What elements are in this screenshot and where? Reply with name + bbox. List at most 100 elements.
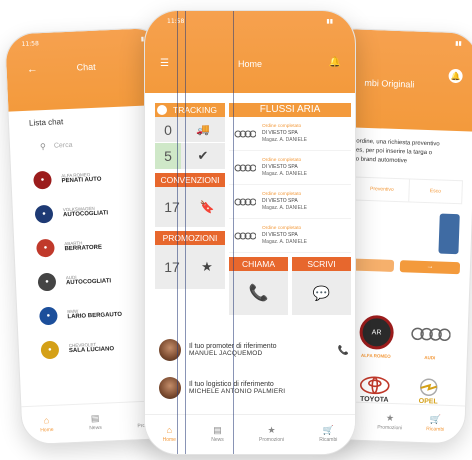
brand-name: AUDI [424,355,436,361]
tab-label: Home [162,437,176,443]
order-warehouse: Magaz. A. DANIELE [262,204,308,211]
logistic-contact[interactable]: Il tuo logistico di riferimento MICHELE … [159,377,349,399]
header-title: mbi Originali [364,77,415,90]
tracking-tile[interactable]: TRACKING 0 🚚 5 ✔ [155,103,225,169]
scrivi-tile[interactable]: SCRIVI 💬 [292,257,351,315]
contact-role: Il tuo promoter di riferimento [189,343,277,350]
go-button[interactable]: → [399,260,461,275]
tile-title: PROMOZIONI [155,231,225,245]
tab-label: Promozioni [259,437,285,443]
guide-line [185,11,186,454]
audi-logo-icon [234,232,256,239]
tab-label: News [89,424,102,432]
brand-logo-icon: ● [37,272,57,292]
cart-icon: 🛒 [322,425,334,435]
document-icon: ▤ [90,412,100,424]
brand-audi[interactable]: AUDI [403,316,458,361]
tile-title: FLUSSI ARIA [229,103,351,117]
truck-icon: 🚚 [196,124,210,136]
search-placeholder: Cerca [53,141,73,150]
tab-news[interactable]: ▤ News [211,425,224,444]
phone-icon[interactable]: 📞 [338,345,349,356]
battery-icon: ▮▮ [455,39,462,48]
phone-icon: 📞 [229,271,288,315]
flussi-aria-tile[interactable]: FLUSSI ARIA Ordine completato DI VIESTO S… [229,103,351,253]
order-warehouse: Magaz. A. DANIELE [262,136,308,143]
cart-icon: 🛒 [429,414,442,425]
tab-home[interactable]: ⌂ Home [162,425,176,444]
input-field[interactable] [351,258,395,272]
tracking-label: TRACKING [173,105,217,115]
header-title: Chat [76,61,96,73]
star-icon: ★ [201,259,213,274]
flussi-item[interactable]: Ordine completato DI VIESTO SPA Magaz. A. … [229,151,351,185]
tab-home[interactable]: ⌂ Home [40,415,54,434]
chiama-tile[interactable]: CHIAMA 📞 [229,257,288,315]
tab-promozioni[interactable]: ★ Promozioni [259,425,285,444]
tab-label: Ricambi [319,437,338,443]
segment-control: Preventivo Esco [354,176,463,205]
document-icon: ▤ [213,425,222,435]
home-phone-screen: 11:58 ▮▮ ☰ Home 🔔 TRACKING 0 🚚 5 ✔ CONVE… [144,10,356,455]
convenzioni-count: 17 [164,199,180,215]
chat-name: AUTOCOGLIATI [62,210,109,219]
home-icon: ⌂ [43,415,50,426]
tab-label: News [211,437,224,443]
promozioni-tile[interactable]: PROMOZIONI 17 ★ [155,231,225,289]
tab-label: Promozioni [377,424,403,432]
chat-name: LARIO BERGAUTO [67,311,123,321]
battery-icon: ▮▮ [326,18,333,25]
back-arrow-icon[interactable]: ← [26,63,38,75]
tile-title: TRACKING [155,103,225,117]
chat-name: PENATI AUTO [61,176,102,185]
convenzioni-tile[interactable]: CONVENZIONI 17 🔖 [155,173,225,227]
bell-icon[interactable]: 🔔 [329,57,341,68]
chat-header: 11:58▮▮ ← Chat [5,27,167,112]
order-warehouse: Magaz. A. DANIELE [262,170,308,177]
tab-promozioni[interactable]: ★Promozioni [377,412,403,432]
tile-title: CONVENZIONI [155,173,225,187]
car-image [438,213,460,255]
tracking-logo-icon [157,105,167,115]
tile-title: SCRIVI [292,257,351,271]
flussi-item[interactable]: Ordine completato DI VIESTO SPA Magaz. A. … [229,185,351,219]
audi-logo-icon [410,317,451,352]
guide-line [233,11,234,454]
search-input[interactable]: ⚲ Cerca [30,133,149,156]
brand-logo-icon: ● [39,306,58,326]
bookmark-icon: 🔖 [199,200,215,214]
chat-name: AUTOCOGLIATI [65,278,112,287]
flussi-item[interactable]: Ordine completato DI VIESTO SPA Magaz. A. … [229,219,351,253]
tab-label: Home [40,426,54,434]
search-icon: ⚲ [39,141,47,151]
segment-preventivo[interactable]: Preventivo [355,178,408,202]
tab-ricambi[interactable]: 🛒 Ricambi [426,414,445,433]
flussi-list: Ordine completato DI VIESTO SPA Magaz. A. … [229,117,351,253]
brand-name: ALFA ROMEO [360,352,391,359]
contact-name: MICHELE ANTONIO PALMIERI [189,388,286,395]
tab-news[interactable]: ▤ News [89,412,102,432]
star-icon: ★ [267,425,276,435]
tab-label: Ricambi [426,426,445,433]
contact-name: MANUEL JACQUEMOD [189,350,263,357]
promozioni-count: 17 [164,259,180,275]
tile-title: CHIAMA [229,257,288,271]
chat-name: BERRATORE [64,244,103,253]
chat-bubble-icon: 💬 [292,271,351,315]
star-icon: ★ [385,412,395,424]
home-icon: ⌂ [166,425,173,435]
status-time: 11:58 [21,40,40,48]
brand-logo-icon: ● [36,238,55,258]
check-icon: ✔ [197,148,209,163]
tab-ricambi[interactable]: 🛒 Ricambi [319,425,338,444]
chat-name: SALA LUCIANO [68,346,115,355]
brand-alfa-romeo[interactable]: AR ALFA ROMEO [349,314,404,359]
segment-esco[interactable]: Esco [407,179,462,204]
brand-logo-icon: ● [40,340,60,360]
flussi-item[interactable]: Ordine completato DI VIESTO SPA Magaz. A. … [229,117,351,151]
order-warehouse: Magaz. A. DANIELE [262,238,308,245]
arrow-right-icon: → [426,263,434,271]
notification-bell-icon[interactable]: 🔔 [448,68,463,84]
promoter-contact[interactable]: Il tuo promoter di riferimento MANUEL JA… [159,339,349,361]
audi-logo-icon [234,130,256,137]
